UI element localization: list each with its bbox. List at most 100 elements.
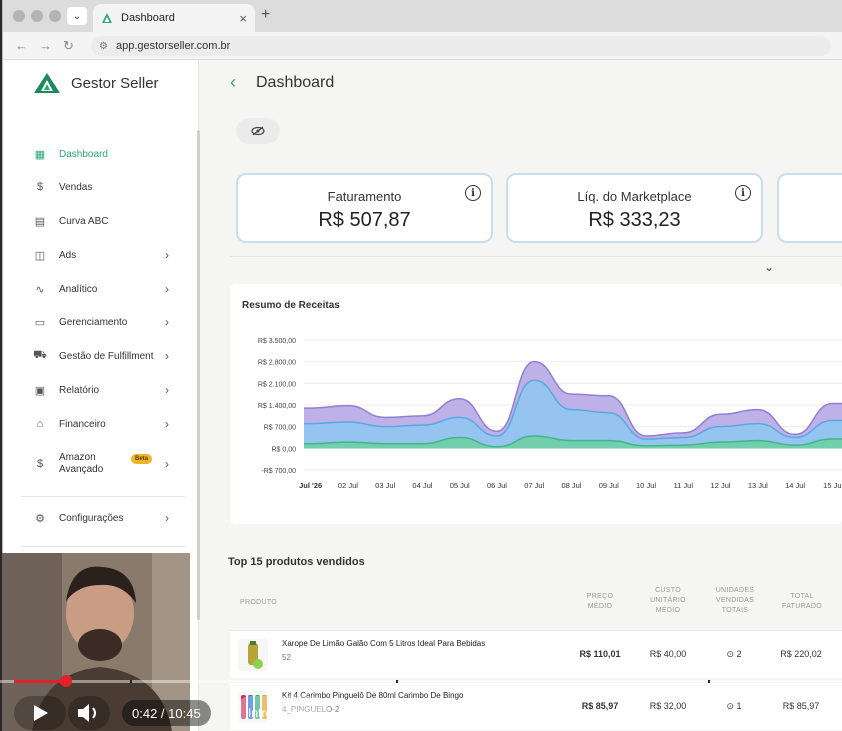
- chapter-label: Introdução: [248, 706, 305, 720]
- browser-address-bar: ← → ↻ ⚙ app.gestorseller.com.br: [3, 32, 842, 60]
- tab-search-button[interactable]: ⌄: [67, 7, 87, 25]
- sidebar-item-ads[interactable]: ◫ Ads ›: [33, 245, 173, 265]
- sidebar-item-dashboard[interactable]: ▦ Dashboard: [33, 144, 173, 164]
- chevron-right-icon: ›: [165, 248, 169, 262]
- revenue-area-chart: R$ 3.500,00 R$ 2.800,00 R$ 2.100,00 R$ 1.40…: [258, 338, 842, 490]
- column-header: UNIDADES VENDIDAS TOTAIS: [715, 587, 755, 614]
- reload-icon[interactable]: ↻: [63, 38, 74, 54]
- play-icon: [34, 705, 48, 721]
- close-window-dot[interactable]: [13, 10, 25, 22]
- browser-tab[interactable]: Dashboard ×: [93, 4, 255, 32]
- grid-icon: ▦: [34, 148, 46, 161]
- kpi-value: R$ 507,87: [318, 209, 411, 231]
- sidebar-item-configuracoes[interactable]: ⚙ Configurações ›: [33, 508, 173, 528]
- sidebar-divider: [21, 496, 185, 497]
- sidebar-item-label: Amazon Avançado: [59, 452, 104, 475]
- x-tick-label: 02 Jul: [338, 481, 358, 490]
- video-progress-track[interactable]: [0, 680, 842, 683]
- truck-icon: ⛟: [33, 349, 47, 361]
- x-tick-label: 03 Jul: [375, 481, 395, 490]
- product-thumbnail: [238, 639, 268, 671]
- chevron-right-icon: ›: [165, 457, 169, 471]
- y-tick-label: R$ 1.400,00: [258, 403, 296, 410]
- kpi-card-partial[interactable]: [777, 173, 842, 243]
- url-text: app.gestorseller.com.br: [115, 40, 231, 52]
- sidebar-item-gerenciamento[interactable]: ▭ Gerenciamento ›: [33, 312, 173, 332]
- column-header: CUSTO UNITÁRIO MÉDIO: [650, 587, 686, 614]
- y-tick-label: R$ 2.100,00: [258, 381, 296, 388]
- sidebar-item-label: Gestão de Fulfillment: [59, 350, 154, 362]
- divider: [230, 256, 842, 257]
- chevron-right-icon: ›: [165, 383, 169, 397]
- kpi-card-liquido-marketplace[interactable]: Líq. do Marketplace R$ 333,23 i: [506, 173, 763, 243]
- new-tab-button[interactable]: +: [261, 6, 270, 24]
- units-value: 1: [736, 701, 742, 711]
- chevron-right-icon: ›: [165, 349, 169, 363]
- kpi-card-faturamento[interactable]: Faturamento R$ 507,87 i: [236, 173, 493, 243]
- sidebar-item-label: Dashboard: [59, 148, 108, 160]
- info-icon[interactable]: i: [465, 185, 481, 201]
- units-value: 2: [736, 649, 742, 659]
- x-tick-label: 14 Jul: [785, 481, 805, 490]
- x-tick-label: 05 Jul: [450, 481, 470, 490]
- sidebar-item-amazon[interactable]: $ Amazon Avançado Beta ›: [33, 450, 173, 478]
- kpi-value: R$ 333,23: [588, 209, 681, 231]
- tab-close-icon[interactable]: ×: [239, 11, 247, 26]
- briefcase-icon: ▭: [34, 316, 46, 329]
- tab-title: Dashboard: [121, 12, 175, 24]
- minimize-window-dot[interactable]: [31, 10, 43, 22]
- revenue-chart-card: Resumo de Receitas R$ 3.500,00 R$ 2.800,0…: [230, 284, 842, 524]
- y-tick-label: R$ 700,00: [264, 425, 296, 432]
- sidebar-item-label: Vendas: [59, 181, 93, 193]
- back-arrow-icon[interactable]: ←: [15, 38, 28, 53]
- y-tick-label: R$ 2.800,00: [258, 360, 296, 367]
- url-field[interactable]: ⚙ app.gestorseller.com.br: [91, 36, 831, 56]
- sidebar-item-fulfillment[interactable]: ⛟ Gestão de Fulfillment ›: [33, 346, 173, 366]
- dollar-icon: $: [36, 181, 44, 193]
- video-time: 0:42 / 10:45: [122, 700, 211, 726]
- chevron-right-icon: ›: [165, 511, 169, 525]
- chapter-button[interactable]: Introdução ›: [234, 696, 329, 730]
- brand-name: Gestor Seller: [71, 74, 159, 92]
- chapter-marker: [708, 680, 710, 683]
- sidebar-item-vendas[interactable]: $ Vendas: [33, 177, 173, 197]
- bank-icon: ⌂: [36, 418, 44, 430]
- play-button[interactable]: [14, 696, 66, 730]
- site-settings-icon[interactable]: ⚙: [99, 41, 108, 52]
- expand-chevron-icon[interactable]: ⌄: [764, 260, 774, 274]
- chapter-marker: [130, 680, 132, 683]
- hide-values-button[interactable]: [236, 118, 280, 144]
- sidebar-item-relatorio[interactable]: ▣ Relatório ›: [33, 380, 173, 400]
- price-cell: R$ 85,97: [581, 701, 619, 711]
- x-tick-label: 11 Jul: [674, 481, 694, 490]
- y-tick-label: -R$ 700,00: [261, 468, 296, 475]
- info-icon[interactable]: i: [735, 185, 751, 201]
- chevron-right-icon: ›: [165, 282, 169, 296]
- video-scrubber-handle[interactable]: [60, 675, 72, 687]
- x-tick-label: 08 Jul: [561, 481, 581, 490]
- report-dollar-icon: ▣: [34, 384, 46, 397]
- volume-icon: [78, 704, 96, 722]
- brand-logo[interactable]: Gestor Seller: [33, 72, 159, 94]
- beta-badge: Beta: [131, 454, 153, 464]
- x-tick-label: 13 Jul: [748, 481, 768, 490]
- total-cell: R$ 85,97: [782, 701, 820, 711]
- sidebar-item-financeiro[interactable]: ⌂ Financeiro ›: [33, 414, 173, 434]
- forward-arrow-icon[interactable]: →: [39, 38, 52, 53]
- y-tick-label: R$ 3.500,00: [258, 338, 296, 345]
- back-chevron-icon[interactable]: ‹: [230, 72, 236, 93]
- table-row[interactable]: Xarope De Limão Galão Com 5 Litros Ideal…: [230, 630, 842, 678]
- video-progress-fill: [14, 680, 66, 683]
- page-title: Dashboard: [256, 74, 335, 91]
- x-tick-label: 09 Jul: [599, 481, 619, 490]
- volume-button[interactable]: [68, 696, 110, 730]
- kpi-label: Líq. do Marketplace: [577, 189, 692, 204]
- cost-cell: R$ 32,00: [649, 701, 687, 711]
- eye-off-icon: [251, 126, 265, 136]
- sidebar-item-analitico[interactable]: ∿ Analítico ›: [33, 279, 173, 299]
- x-tick-label: 06 Jul: [487, 481, 507, 490]
- sidebar-item-label: Gerenciamento: [59, 316, 128, 328]
- sidebar-item-curva-abc[interactable]: ▤ Curva ABC: [33, 211, 173, 231]
- maximize-window-dot[interactable]: [49, 10, 61, 22]
- chevron-right-icon: ›: [165, 315, 169, 329]
